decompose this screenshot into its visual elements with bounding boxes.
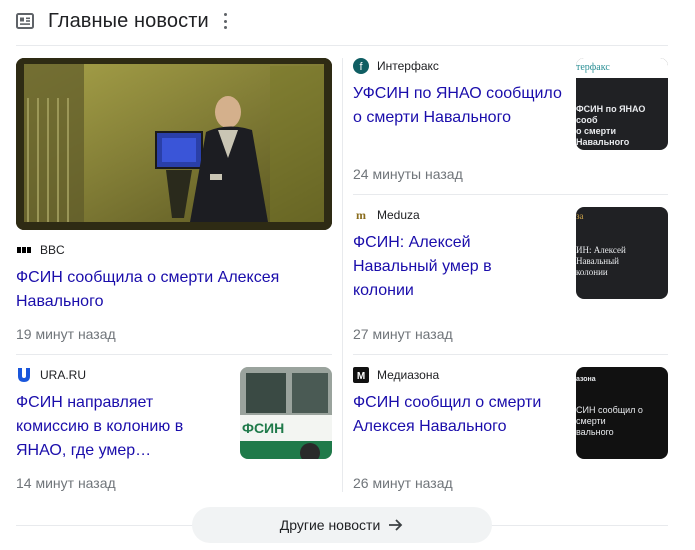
small-story-time: 14 минут назад — [16, 475, 116, 491]
bbc-logo-icon — [16, 242, 32, 258]
ura-logo-icon — [16, 367, 32, 383]
source-mediazona[interactable]: M Медиазона — [353, 367, 439, 383]
source-name: Медиазона — [377, 368, 440, 382]
thumbnail-brand: за — [576, 211, 584, 221]
story-thumbnail[interactable]: терфакс ФСИН по ЯНАО сооб о смерти Навал… — [576, 58, 668, 150]
header-divider — [16, 45, 668, 46]
column-divider — [342, 58, 343, 492]
source-ura[interactable]: URA.RU — [16, 367, 86, 383]
source-meduza[interactable]: m Meduza — [353, 207, 420, 223]
thumbnail-text: ИН: Алексей Навальный колонии — [576, 245, 626, 277]
big-story-headline[interactable]: ФСИН сообщила о смерти Алексея Навальног… — [16, 266, 326, 314]
svg-text:M: M — [357, 371, 365, 382]
source-name: BBC — [40, 243, 65, 257]
thumbnail-text: ФСИН по ЯНАО сооб о смерти Навального — [576, 104, 646, 147]
thumbnail-brand: азона — [576, 376, 596, 383]
story-headline[interactable]: ФСИН сообщил о смерти Алексея Навального — [353, 391, 563, 439]
story-thumbnail[interactable]: за ИН: Алексей Навальный колонии — [576, 207, 668, 299]
source-name: URA.RU — [40, 368, 87, 382]
mediazona-logo-icon: M — [353, 367, 369, 383]
source-interfax[interactable]: f Интерфакс — [353, 58, 439, 74]
row-divider — [353, 354, 668, 355]
news-icon — [16, 13, 34, 29]
story-time: 26 минут назад — [353, 475, 453, 491]
section-header: Главные новости — [16, 6, 666, 36]
section-title: Главные новости — [48, 9, 209, 32]
row-divider — [353, 194, 668, 195]
row-divider — [16, 354, 332, 355]
story-headline[interactable]: ФСИН: Алексей Навальный умер в колонии — [353, 231, 553, 303]
story-time: 27 минут назад — [353, 326, 453, 342]
interfax-logo-icon: f — [353, 58, 369, 74]
more-vert-icon[interactable] — [223, 13, 229, 29]
source-bbc[interactable]: BBC — [16, 242, 65, 258]
thumbnail-brand: терфакс — [576, 62, 610, 73]
big-story-time: 19 минут назад — [16, 326, 116, 342]
more-news-button[interactable]: Другие новости — [192, 507, 492, 543]
svg-text:m: m — [356, 208, 366, 222]
source-name: Интерфакс — [377, 59, 439, 73]
story-thumbnail[interactable]: азона СИН сообщил о смерти вального — [576, 367, 668, 459]
small-story-headline[interactable]: ФСИН направляет комиссию в колонию в ЯНА… — [16, 391, 226, 463]
source-name: Meduza — [377, 208, 420, 222]
story-headline[interactable]: УФСИН по ЯНАО сообщило о смерти Навально… — [353, 82, 563, 130]
big-story-image[interactable] — [16, 58, 332, 230]
thumbnail-text: ФСИН — [242, 420, 285, 436]
more-news-label: Другие новости — [279, 517, 381, 533]
meduza-logo-icon: m — [353, 207, 369, 223]
thumbnail-text: СИН сообщил о смерти вального — [576, 405, 643, 437]
small-story-thumbnail[interactable]: ФСИН — [240, 367, 332, 459]
story-time: 24 минуты назад — [353, 166, 463, 182]
arrow-right-icon — [388, 518, 404, 532]
